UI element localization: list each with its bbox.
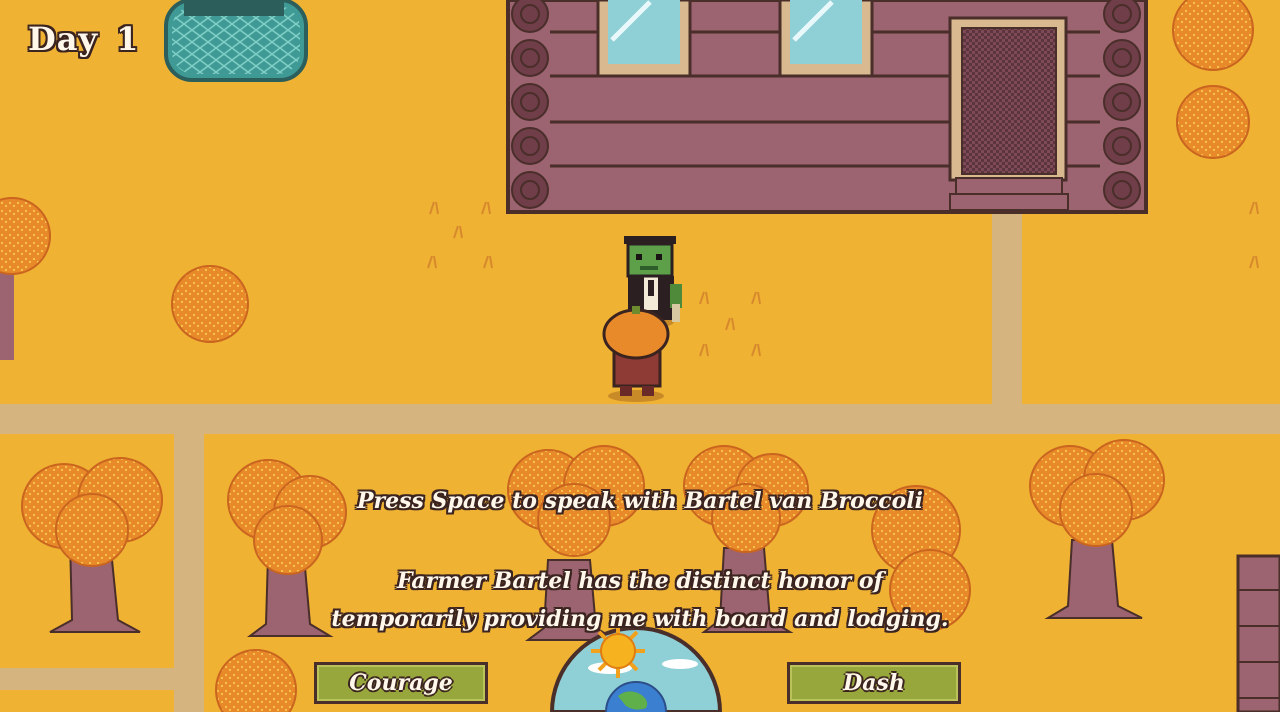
well	[164, 0, 308, 82]
cabin-window	[778, 0, 874, 78]
dialogue-line: temporarily providing me with board and …	[331, 606, 949, 632]
courage-ability-label: Courage	[349, 670, 453, 696]
dialogue-line: Farmer Bartel has the distinct honor of	[396, 568, 884, 594]
dialogue-box: Farmer Bartel has the distinct honor of …	[0, 562, 1280, 638]
dash-ability-button[interactable]: Dash	[787, 662, 961, 704]
farmhouse	[506, 0, 1148, 214]
courage-ability-button[interactable]: Courage	[314, 662, 488, 704]
dash-ability-label: Dash	[843, 670, 905, 696]
cabin-window	[596, 0, 692, 78]
day-label-text: Day	[28, 20, 99, 58]
day-counter: Day 1	[28, 20, 139, 58]
interaction-prompt: Press Space to speak with Bartel van Bro…	[356, 488, 924, 514]
cabin-door	[948, 16, 1069, 211]
day-number: 1	[116, 20, 140, 58]
